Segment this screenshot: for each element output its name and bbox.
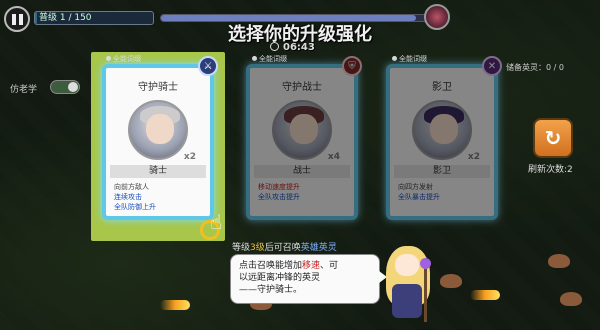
guide-character [380, 244, 436, 330]
refresh-icon: ↻ [544, 126, 562, 150]
card-title: 影卫 [432, 82, 452, 93]
card-role: 战士 [254, 165, 350, 178]
card-title: 守护骑士 [138, 82, 178, 93]
hand-pointer-icon: ☝ [210, 210, 223, 234]
upgrade-card-guardian-knight[interactable]: ⚔ 守护骑士 x2 骑士 向前方敌人 连续攻击 全队防御上升 [102, 56, 218, 220]
card-count: x2 [183, 152, 196, 162]
refresh-button[interactable]: ↻ [533, 118, 573, 158]
card-description: 向四方发射 全队暴击提升 [398, 183, 440, 201]
toggle-knob [68, 82, 78, 92]
tutorial-pointer: ☝ [196, 206, 230, 242]
fire-effect [160, 300, 190, 310]
hero-portrait [128, 100, 188, 160]
card-count: x2 [467, 152, 480, 162]
shield-icon: ⛨ [342, 56, 362, 76]
refresh-count: 刷新次数:2 [528, 165, 573, 175]
card-tag: 全能词缀 [252, 54, 287, 64]
card-role: 骑士 [110, 165, 206, 178]
unlock-hint: 等级3级后可召唤英雄英灵 [232, 243, 337, 253]
card-tag: 全能词缀 [392, 54, 427, 64]
enemy-blob [440, 274, 462, 288]
card-tag: 全能词缀 [106, 54, 141, 64]
card-description: 移动速度提升 全队攻击提升 [258, 183, 300, 201]
enemy-blob [548, 254, 570, 268]
sword-icon: ⚔ [198, 56, 218, 76]
wave-text: 普级 1 / 150 [39, 13, 92, 23]
upgrade-card-shadow-guard[interactable]: ✕ 影卫 x2 影卫 向四方发射 全队暴击提升 [386, 56, 502, 220]
fire-effect [470, 290, 500, 300]
auto-toggle[interactable] [50, 80, 80, 94]
card-count: x4 [327, 152, 340, 162]
enemy-blob [560, 292, 582, 306]
card-role: 影卫 [394, 165, 490, 178]
dagger-icon: ✕ [482, 56, 502, 76]
reserve-counter: 储备英灵：0 / 0 [506, 63, 564, 72]
upgrade-card-guardian-warrior[interactable]: ⛨ 守护战士 x4 战士 移动速度提升 全队攻击提升 [246, 56, 362, 220]
clock-icon [270, 42, 279, 51]
card-title: 守护战士 [282, 82, 322, 93]
tutorial-speech-bubble: 点击召唤能增加移速、可 以远距离冲锋的英灵 ——守护骑士。 [230, 254, 387, 304]
hero-portrait [272, 100, 332, 160]
toggle-label: 仿老学 [10, 85, 38, 95]
hero-portrait [412, 100, 472, 160]
timer: 06:43 [270, 42, 315, 53]
card-description: 向前方敌人 连续攻击 全队防御上升 [114, 183, 156, 211]
